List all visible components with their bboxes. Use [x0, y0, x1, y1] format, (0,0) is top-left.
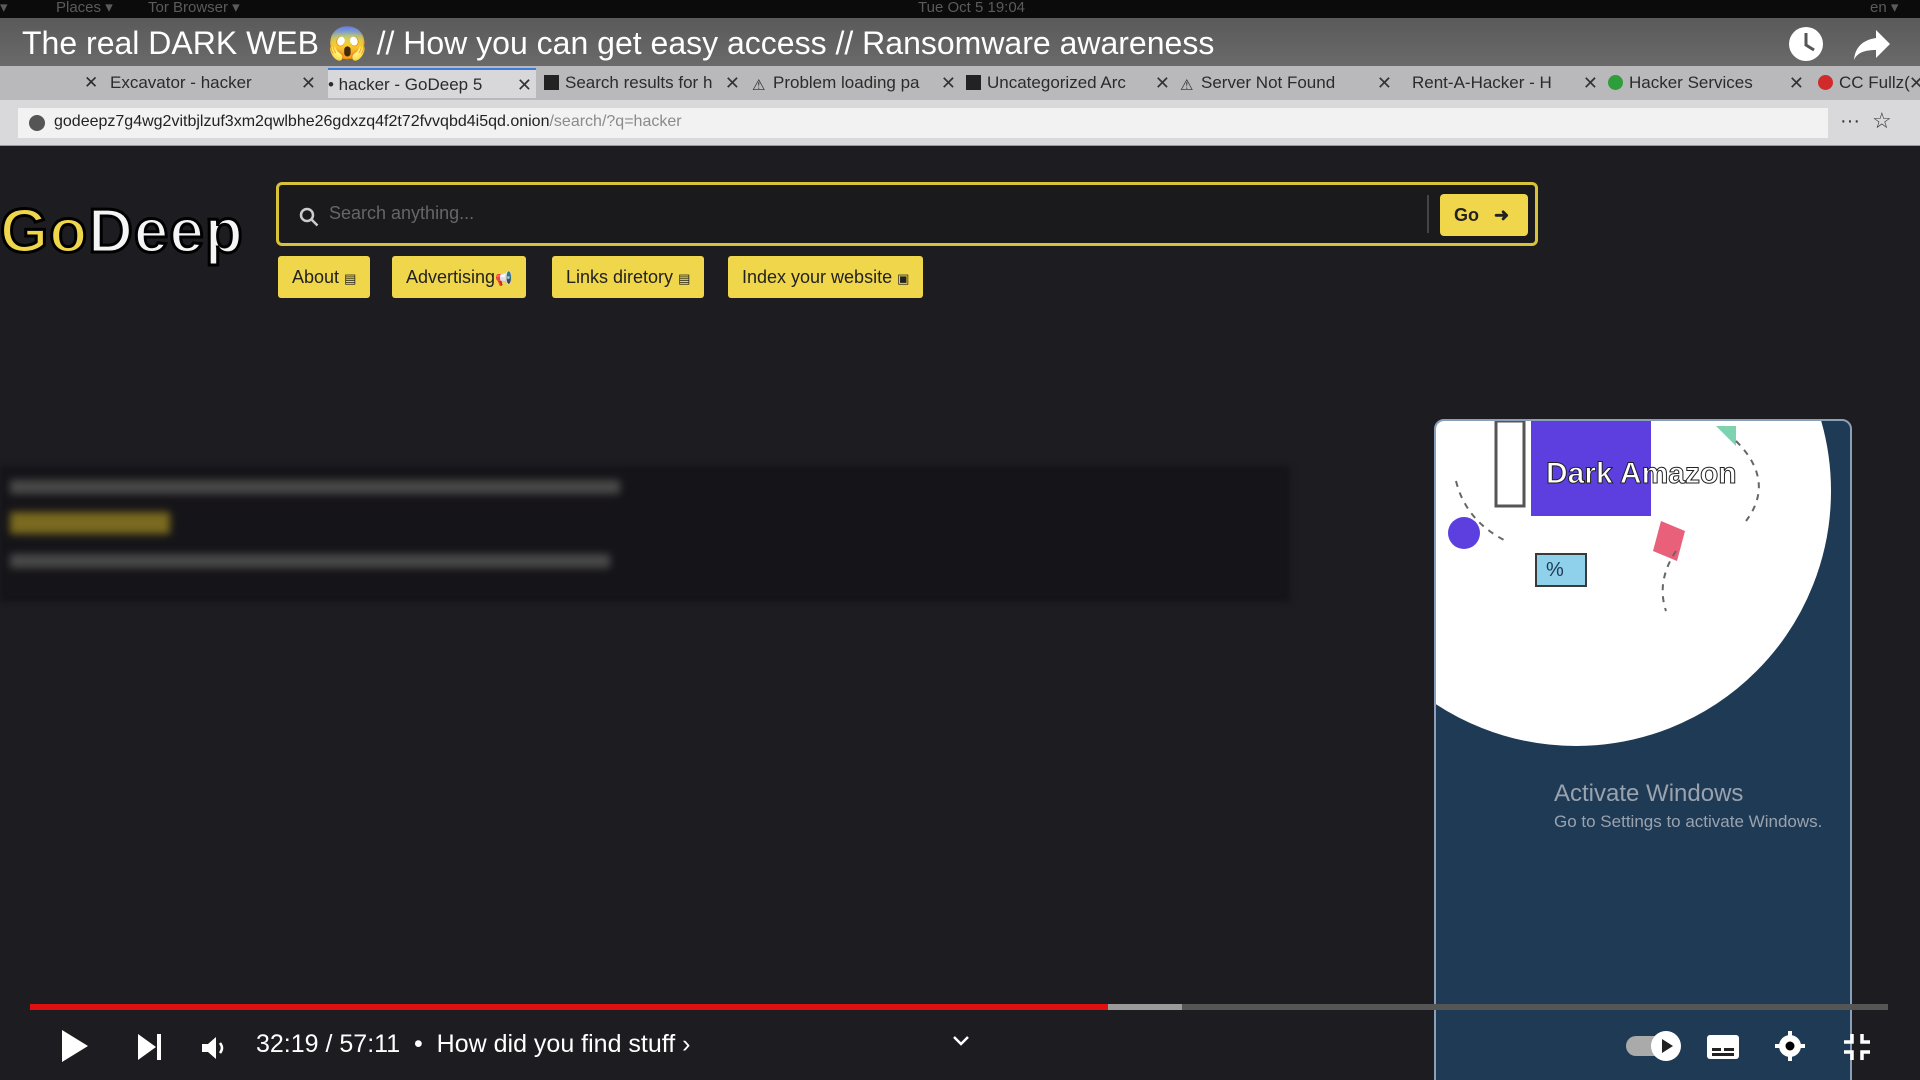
video-title-bar: The real DARK WEB 😱 // How you can get e… [0, 18, 1920, 66]
percent-tag: % [1546, 559, 1564, 581]
play-icon[interactable] [58, 1028, 90, 1064]
next-icon[interactable] [136, 1032, 164, 1062]
advertising-button[interactable]: Advertising📢 [392, 256, 527, 298]
red-dot-icon [1818, 75, 1833, 90]
share-icon[interactable] [1852, 24, 1892, 64]
index-website-button[interactable]: Index your website ▣ [728, 256, 924, 298]
info-icon: ▤ [344, 271, 357, 286]
close-tab-icon[interactable]: ✕ [1377, 68, 1392, 98]
list-icon: ▤ [678, 271, 691, 286]
address-bar: godeepz7g4wg2vitbjlzuf3xm2qwlbhe26gdxzq4… [0, 100, 1920, 146]
links-directory-button[interactable]: Links diretory ▤ [552, 256, 705, 298]
url-host: godeepz7g4wg2vitbjlzuf3xm2qwlbhe26gdxzq4… [54, 113, 550, 130]
close-tab-icon[interactable]: ✕ [517, 70, 532, 98]
tab-label: CC Fullz( [1839, 73, 1910, 92]
tab-label: Problem loading pa [773, 73, 920, 92]
close-tab-icon[interactable]: ✕ [941, 68, 956, 98]
places-menu[interactable]: Places ▾ [56, 0, 113, 16]
autoplay-play-icon [1651, 1031, 1681, 1061]
index-website-label: Index your website [742, 267, 893, 287]
browser-tab-strip: Excavator - hacker ✕ • hacker - GoDeep 5 ✕ S… [0, 66, 1920, 100]
tab-7[interactable]: Hacker Services ✕ [1608, 68, 1808, 98]
page-actions-icon[interactable]: ··· [1840, 110, 1860, 133]
blurred-result-desc [10, 554, 610, 568]
advertising-label: Advertising [406, 267, 496, 287]
warning-icon: ⚠ [1180, 77, 1194, 94]
grid-icon: ▣ [897, 271, 910, 286]
url-path: /search/?q=hacker [549, 113, 682, 130]
tab-label: Rent-A-Hacker - H [1412, 73, 1552, 92]
close-tab-icon[interactable]: ✕ [1909, 68, 1920, 98]
played-progress [30, 1004, 1108, 1010]
tab-8[interactable]: CC Fullz(✕ [1818, 68, 1920, 98]
search-bar: Search anything... Go ➜ [276, 182, 1538, 246]
tab-label: Uncategorized Arc [987, 73, 1126, 92]
language-menu[interactable]: en ▾ [1870, 0, 1898, 16]
settings-gear-icon[interactable] [1774, 1030, 1806, 1062]
tab-4[interactable]: Uncategorized Arc ✕ [966, 68, 1174, 98]
tab-1[interactable]: • hacker - GoDeep 5 ✕ [328, 68, 536, 98]
close-tab-icon[interactable]: ✕ [84, 68, 104, 98]
green-dot-icon [1608, 75, 1623, 90]
search-input[interactable]: Search anything... [329, 203, 474, 224]
tab-label: Server Not Found [1201, 73, 1336, 92]
tab-6[interactable]: Rent-A-Hacker - H ✕ [1412, 68, 1602, 98]
logo-deep: Deep [87, 196, 245, 268]
dark-amazon-ad[interactable]: Dark Amazon % [1434, 419, 1852, 1080]
site-icon [544, 75, 559, 90]
go-label: Go [1454, 205, 1479, 225]
ad-brand: Dark Amazon [1546, 457, 1738, 491]
logo-go: Go [0, 196, 89, 268]
tab-label: Hacker Services [1629, 73, 1753, 92]
warning-icon: ⚠ [752, 77, 766, 94]
chevron-down-icon[interactable] [952, 1034, 970, 1048]
web-page: GoDeep Search anything... Go ➜ About ▤ A… [0, 146, 1920, 1080]
chapter-title[interactable]: How did you find stuff [437, 1030, 676, 1058]
tab-2[interactable]: Search results for h ✕ [544, 68, 744, 98]
tab-3[interactable]: ⚠ Problem loading pa ✕ [752, 68, 960, 98]
time-display: 32:19 / 57:11 • How did you find stuff › [256, 1030, 691, 1058]
megaphone-icon: 📢 [495, 270, 513, 286]
screen: ▾ Places ▾ Tor Browser ▾ Tue Oct 5 19:04… [0, 0, 1920, 1080]
activate-windows-subtitle: Go to Settings to activate Windows. [1554, 812, 1823, 831]
tab-5[interactable]: ⚠ Server Not Found ✕ [1180, 68, 1396, 98]
tab-label: • hacker - GoDeep 5 [328, 75, 483, 94]
blurred-result-title [10, 512, 170, 534]
dark-amazon-ad-graphic [1436, 421, 1842, 757]
about-label: About [292, 267, 340, 287]
close-tab-icon[interactable]: ✕ [1583, 68, 1598, 98]
seek-bar[interactable] [30, 1004, 1888, 1010]
activate-windows-title: Activate Windows [1554, 780, 1744, 807]
close-tab-icon[interactable]: ✕ [725, 68, 740, 98]
blurred-result-url [10, 480, 620, 494]
search-icon [299, 207, 319, 227]
url-text[interactable]: godeepz7g4wg2vitbjlzuf3xm2qwlbhe26gdxzq4… [54, 113, 682, 131]
site-info-icon[interactable] [28, 114, 46, 132]
gnome-top-bar: ▾ Places ▾ Tor Browser ▾ Tue Oct 5 19:04… [0, 0, 1920, 18]
video-title[interactable]: The real DARK WEB 😱 // How you can get e… [22, 24, 1214, 62]
clock: Tue Oct 5 19:04 [918, 0, 1026, 16]
tab-label: Search results for h [565, 73, 713, 92]
volume-icon[interactable] [200, 1034, 228, 1062]
watch-later-icon[interactable] [1786, 24, 1826, 64]
tab-label: Excavator - hacker [110, 73, 252, 92]
search-divider [1427, 195, 1429, 233]
bookmark-star-icon[interactable]: ☆ [1872, 108, 1892, 134]
arrow-right-icon: ➜ [1494, 205, 1510, 225]
close-tab-icon[interactable]: ✕ [1789, 68, 1804, 98]
close-tab-icon[interactable]: ✕ [301, 68, 316, 98]
blurred-search-result [0, 466, 1290, 602]
time-text: 32:19 / 57:11 [256, 1030, 401, 1058]
about-button[interactable]: About ▤ [278, 256, 371, 298]
godeep-logo[interactable]: GoDeep [0, 196, 245, 268]
site-icon [966, 75, 981, 90]
go-button[interactable]: Go ➜ [1440, 194, 1528, 236]
browser-menu[interactable]: Tor Browser ▾ [148, 0, 240, 16]
close-tab-icon[interactable]: ✕ [1155, 68, 1170, 98]
exit-fullscreen-icon[interactable] [1842, 1032, 1872, 1062]
links-directory-label: Links diretory [566, 267, 674, 287]
captions-icon[interactable] [1706, 1034, 1740, 1060]
tab-0[interactable]: Excavator - hacker ✕ [110, 68, 320, 98]
activities-icon[interactable]: ▾ [0, 0, 8, 16]
